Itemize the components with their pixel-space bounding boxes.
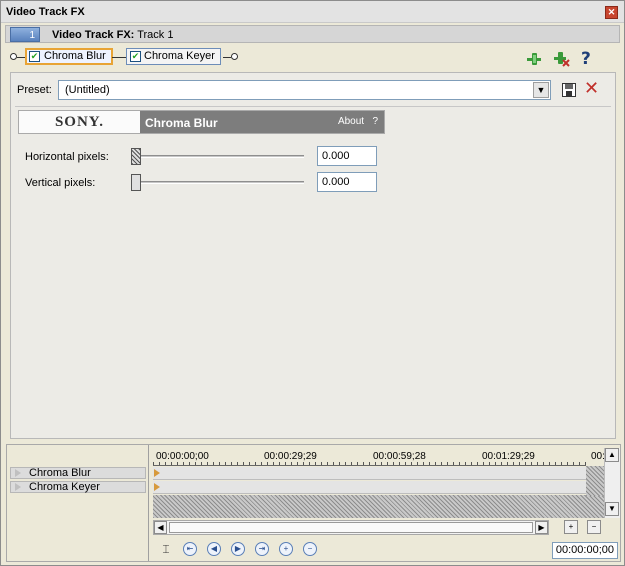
keyframe-transport: ⌶ ⇤ ◀ ▶ ⇥ + − bbox=[159, 541, 317, 557]
preset-dropdown[interactable]: (Untitled) ▼ bbox=[58, 80, 551, 100]
next-keyframe-icon[interactable]: ▶ bbox=[231, 542, 245, 556]
horizontal-pixels-label: Horizontal pixels: bbox=[25, 151, 109, 163]
delete-keyframe-icon[interactable]: − bbox=[303, 542, 317, 556]
add-plugin-icon[interactable] bbox=[525, 51, 543, 67]
vendor-logo: SONY. bbox=[19, 111, 140, 133]
window-title: Video Track FX bbox=[6, 6, 85, 18]
delete-preset-icon[interactable]: ✕ bbox=[584, 80, 599, 98]
plugin-chain: ✔ Chroma Blur ✔ Chroma Keyer bbox=[10, 48, 250, 66]
timeline-track-row[interactable]: Chroma Blur bbox=[10, 467, 146, 479]
empty-timeline-area bbox=[153, 495, 604, 518]
chevron-down-icon[interactable]: ▼ bbox=[533, 82, 549, 98]
chain-plugin-label: Chroma Keyer bbox=[144, 50, 215, 62]
track-number-badge: 1 bbox=[10, 27, 40, 42]
save-preset-icon[interactable] bbox=[562, 83, 576, 97]
ruler-label: 00: bbox=[591, 451, 605, 462]
ruler-label: 00:01:29;29 bbox=[482, 451, 535, 462]
close-button[interactable]: ✕ bbox=[605, 6, 618, 19]
time-ruler[interactable]: 00:00:00;00 00:00:29;29 00:00:59;28 00:0… bbox=[153, 448, 605, 466]
keyframe-timeline: Chroma Blur Chroma Keyer 00:00:00;00 00:… bbox=[6, 444, 621, 562]
checkbox-icon[interactable]: ✔ bbox=[29, 51, 40, 62]
keyframe-marker-icon[interactable] bbox=[154, 483, 160, 491]
vertical-pixels-label: Vertical pixels: bbox=[25, 177, 96, 189]
first-keyframe-icon[interactable]: ⇤ bbox=[183, 542, 197, 556]
vertical-pixels-slider[interactable] bbox=[131, 174, 304, 191]
chain-connector bbox=[17, 57, 25, 58]
timeline-track-list: Chroma Blur Chroma Keyer bbox=[7, 445, 149, 561]
divider bbox=[15, 106, 611, 107]
chain-plugin-label: Chroma Blur bbox=[44, 50, 106, 62]
keyframe-lane[interactable] bbox=[153, 481, 586, 494]
chain-start-node bbox=[10, 53, 17, 60]
scroll-down-button[interactable]: ▼ bbox=[605, 502, 619, 516]
video-track-fx-window: Video Track FX ✕ 1 Video Track FX: Track… bbox=[0, 0, 625, 566]
chain-toolbar: ? bbox=[525, 50, 599, 68]
chain-end-node bbox=[231, 53, 238, 60]
ruler-label: 00:00:29;29 bbox=[264, 451, 317, 462]
chain-connector bbox=[223, 57, 231, 58]
scroll-right-button[interactable]: ▶ bbox=[535, 521, 548, 534]
vertical-scrollbar[interactable]: ▲ ▼ bbox=[604, 448, 620, 518]
horizontal-pixels-input[interactable]: 0.000 bbox=[317, 146, 377, 166]
horizontal-scrollbar[interactable]: ◀ ▶ bbox=[153, 520, 549, 535]
sync-cursor-icon[interactable]: ⌶ bbox=[159, 541, 173, 557]
horizontal-pixels-slider[interactable] bbox=[131, 148, 304, 165]
preset-label: Preset: bbox=[17, 84, 52, 96]
track-title-name: Track 1 bbox=[137, 29, 174, 41]
keyframe-lane[interactable] bbox=[153, 467, 586, 480]
track-header: 1 Video Track FX: Track 1 bbox=[5, 25, 620, 43]
ruler-label: 00:00:00;00 bbox=[156, 451, 209, 462]
prev-keyframe-icon[interactable]: ◀ bbox=[207, 542, 221, 556]
slider-thumb[interactable] bbox=[131, 148, 141, 165]
plugin-title-bar: Chroma Blur About ? bbox=[140, 111, 384, 133]
scroll-up-button[interactable]: ▲ bbox=[605, 448, 619, 462]
scrollbar-thumb[interactable] bbox=[169, 522, 533, 533]
add-keyframe-icon[interactable]: + bbox=[279, 542, 293, 556]
plugin-header: SONY. Chroma Blur About ? bbox=[18, 110, 385, 134]
keyframe-marker-icon[interactable] bbox=[154, 469, 160, 477]
chain-connector bbox=[112, 57, 126, 58]
close-icon: ✕ bbox=[607, 7, 616, 17]
track-title-label: Video Track FX: bbox=[52, 29, 135, 41]
slider-thumb[interactable] bbox=[131, 174, 141, 191]
zoom-out-button[interactable]: − bbox=[587, 520, 601, 534]
about-help-icon: ? bbox=[372, 116, 378, 127]
about-label: About bbox=[337, 116, 365, 127]
ruler-label: 00:00:59;28 bbox=[373, 451, 426, 462]
timecode-display[interactable]: 00:00:00;00 bbox=[552, 542, 618, 559]
vertical-pixels-input[interactable]: 0.000 bbox=[317, 172, 377, 192]
title-bar: Video Track FX ✕ bbox=[1, 1, 624, 23]
checkbox-icon[interactable]: ✔ bbox=[130, 51, 141, 62]
chain-plugin-chroma-blur[interactable]: ✔ Chroma Blur bbox=[25, 48, 113, 65]
about-button[interactable]: About ? bbox=[338, 116, 378, 127]
chain-plugin-chroma-keyer[interactable]: ✔ Chroma Keyer bbox=[126, 48, 221, 65]
plugin-panel: Preset: (Untitled) ▼ ✕ SONY. Chroma Blur… bbox=[10, 72, 616, 439]
last-keyframe-icon[interactable]: ⇥ bbox=[255, 542, 269, 556]
help-icon[interactable]: ? bbox=[581, 51, 599, 68]
scroll-left-button[interactable]: ◀ bbox=[154, 521, 167, 534]
empty-timeline-area bbox=[586, 466, 604, 496]
remove-plugin-icon[interactable] bbox=[553, 51, 571, 67]
timeline-track-row[interactable]: Chroma Keyer bbox=[10, 481, 146, 493]
plugin-name: Chroma Blur bbox=[145, 116, 218, 130]
preset-value: (Untitled) bbox=[65, 84, 110, 96]
zoom-in-button[interactable]: + bbox=[564, 520, 578, 534]
track-title: Video Track FX: Track 1 bbox=[52, 29, 173, 41]
